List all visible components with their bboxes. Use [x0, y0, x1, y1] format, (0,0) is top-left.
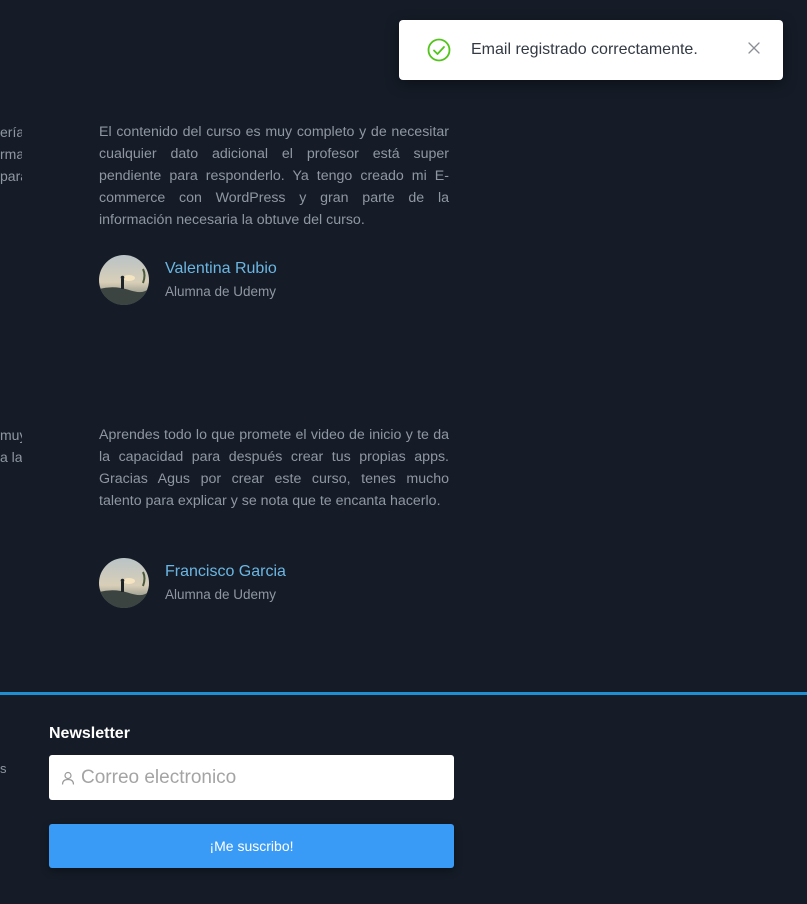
newsletter-email-input[interactable]	[81, 766, 441, 789]
testimonial-text: Aprendes todo lo que promete el video de…	[99, 427, 449, 509]
toast-message: Email registrado correctamente.	[471, 41, 698, 58]
subscribe-button[interactable]: ¡Me suscribo!	[49, 824, 454, 868]
newsletter-title: Newsletter	[49, 725, 130, 742]
newsletter-email-field[interactable]	[49, 755, 454, 800]
check-circle-icon	[427, 38, 451, 62]
close-icon[interactable]	[747, 41, 761, 55]
user-icon	[61, 771, 75, 785]
avatar	[99, 255, 149, 305]
testimonial-card: El contenido del curso es muy completo y…	[99, 121, 449, 305]
clipped-line: rma	[0, 146, 22, 162]
clipped-review-text: ería, rma para	[0, 121, 22, 187]
testimonial-author: Valentina Rubio Alumna de Udemy	[99, 255, 277, 305]
clipped-line: muy	[0, 427, 22, 443]
author-info: Valentina Rubio Alumna de Udemy	[165, 259, 277, 301]
author-info: Francisco Garcia Alumna de Udemy	[165, 562, 286, 604]
clipped-line: para	[0, 168, 22, 184]
author-role: Alumna de Udemy	[165, 284, 277, 299]
testimonial-author: Francisco Garcia Alumna de Udemy	[99, 558, 286, 608]
clipped-line: ería,	[0, 124, 22, 140]
author-role: Alumna de Udemy	[165, 587, 277, 602]
page: ería, rma para muy a la El contenido del…	[0, 0, 807, 904]
avatar	[99, 558, 149, 608]
testimonial-card: Aprendes todo lo que promete el video de…	[99, 424, 449, 608]
testimonial-text: El contenido del curso es muy completo y…	[99, 124, 449, 228]
avatar-photo-icon	[99, 558, 149, 608]
author-name: Valentina Rubio	[165, 260, 277, 277]
avatar-photo-icon	[99, 255, 149, 305]
author-name: Francisco Garcia	[165, 563, 286, 580]
clipped-review-text: muy a la	[0, 424, 22, 468]
clipped-line: a la	[0, 449, 22, 465]
success-toast: Email registrado correctamente.	[399, 20, 783, 80]
clipped-footer-text: s	[0, 761, 7, 776]
footer: s Newsletter ¡Me suscribo!	[0, 692, 807, 904]
